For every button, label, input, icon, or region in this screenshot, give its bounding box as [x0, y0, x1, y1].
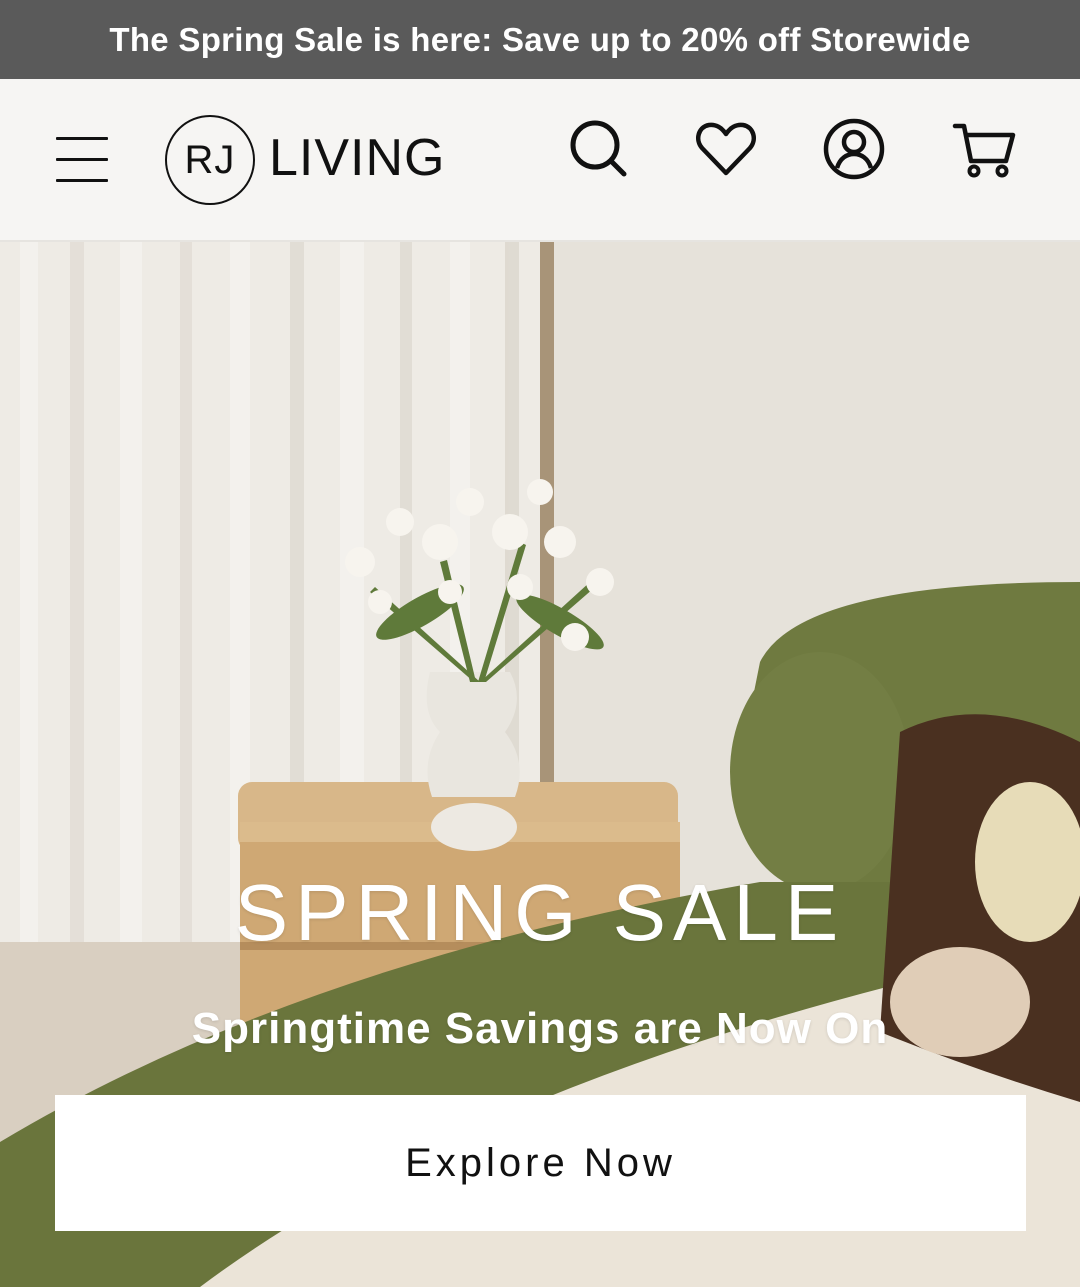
hero-banner: SPRING SALE Springtime Savings are Now O… [0, 242, 1080, 1287]
explore-now-button[interactable]: Explore Now [55, 1095, 1026, 1231]
hero-title: SPRING SALE [234, 868, 846, 957]
menu-icon[interactable] [52, 131, 112, 187]
hero-subtitle: Springtime Savings are Now On [191, 1004, 889, 1053]
announcement-bar: The Spring Sale is here: Save up to 20% … [0, 0, 1080, 79]
site-header: RJ LIVING [0, 79, 1080, 242]
search-icon[interactable] [566, 117, 630, 181]
logo[interactable]: RJ LIVING [165, 115, 445, 205]
logo-mark: RJ [165, 115, 255, 205]
heart-icon[interactable] [694, 117, 758, 181]
cart-icon[interactable] [952, 117, 1016, 181]
logo-text: LIVING [269, 129, 446, 187]
account-icon[interactable] [822, 117, 886, 181]
announcement-text: The Spring Sale is here: Save up to 20% … [109, 20, 971, 58]
